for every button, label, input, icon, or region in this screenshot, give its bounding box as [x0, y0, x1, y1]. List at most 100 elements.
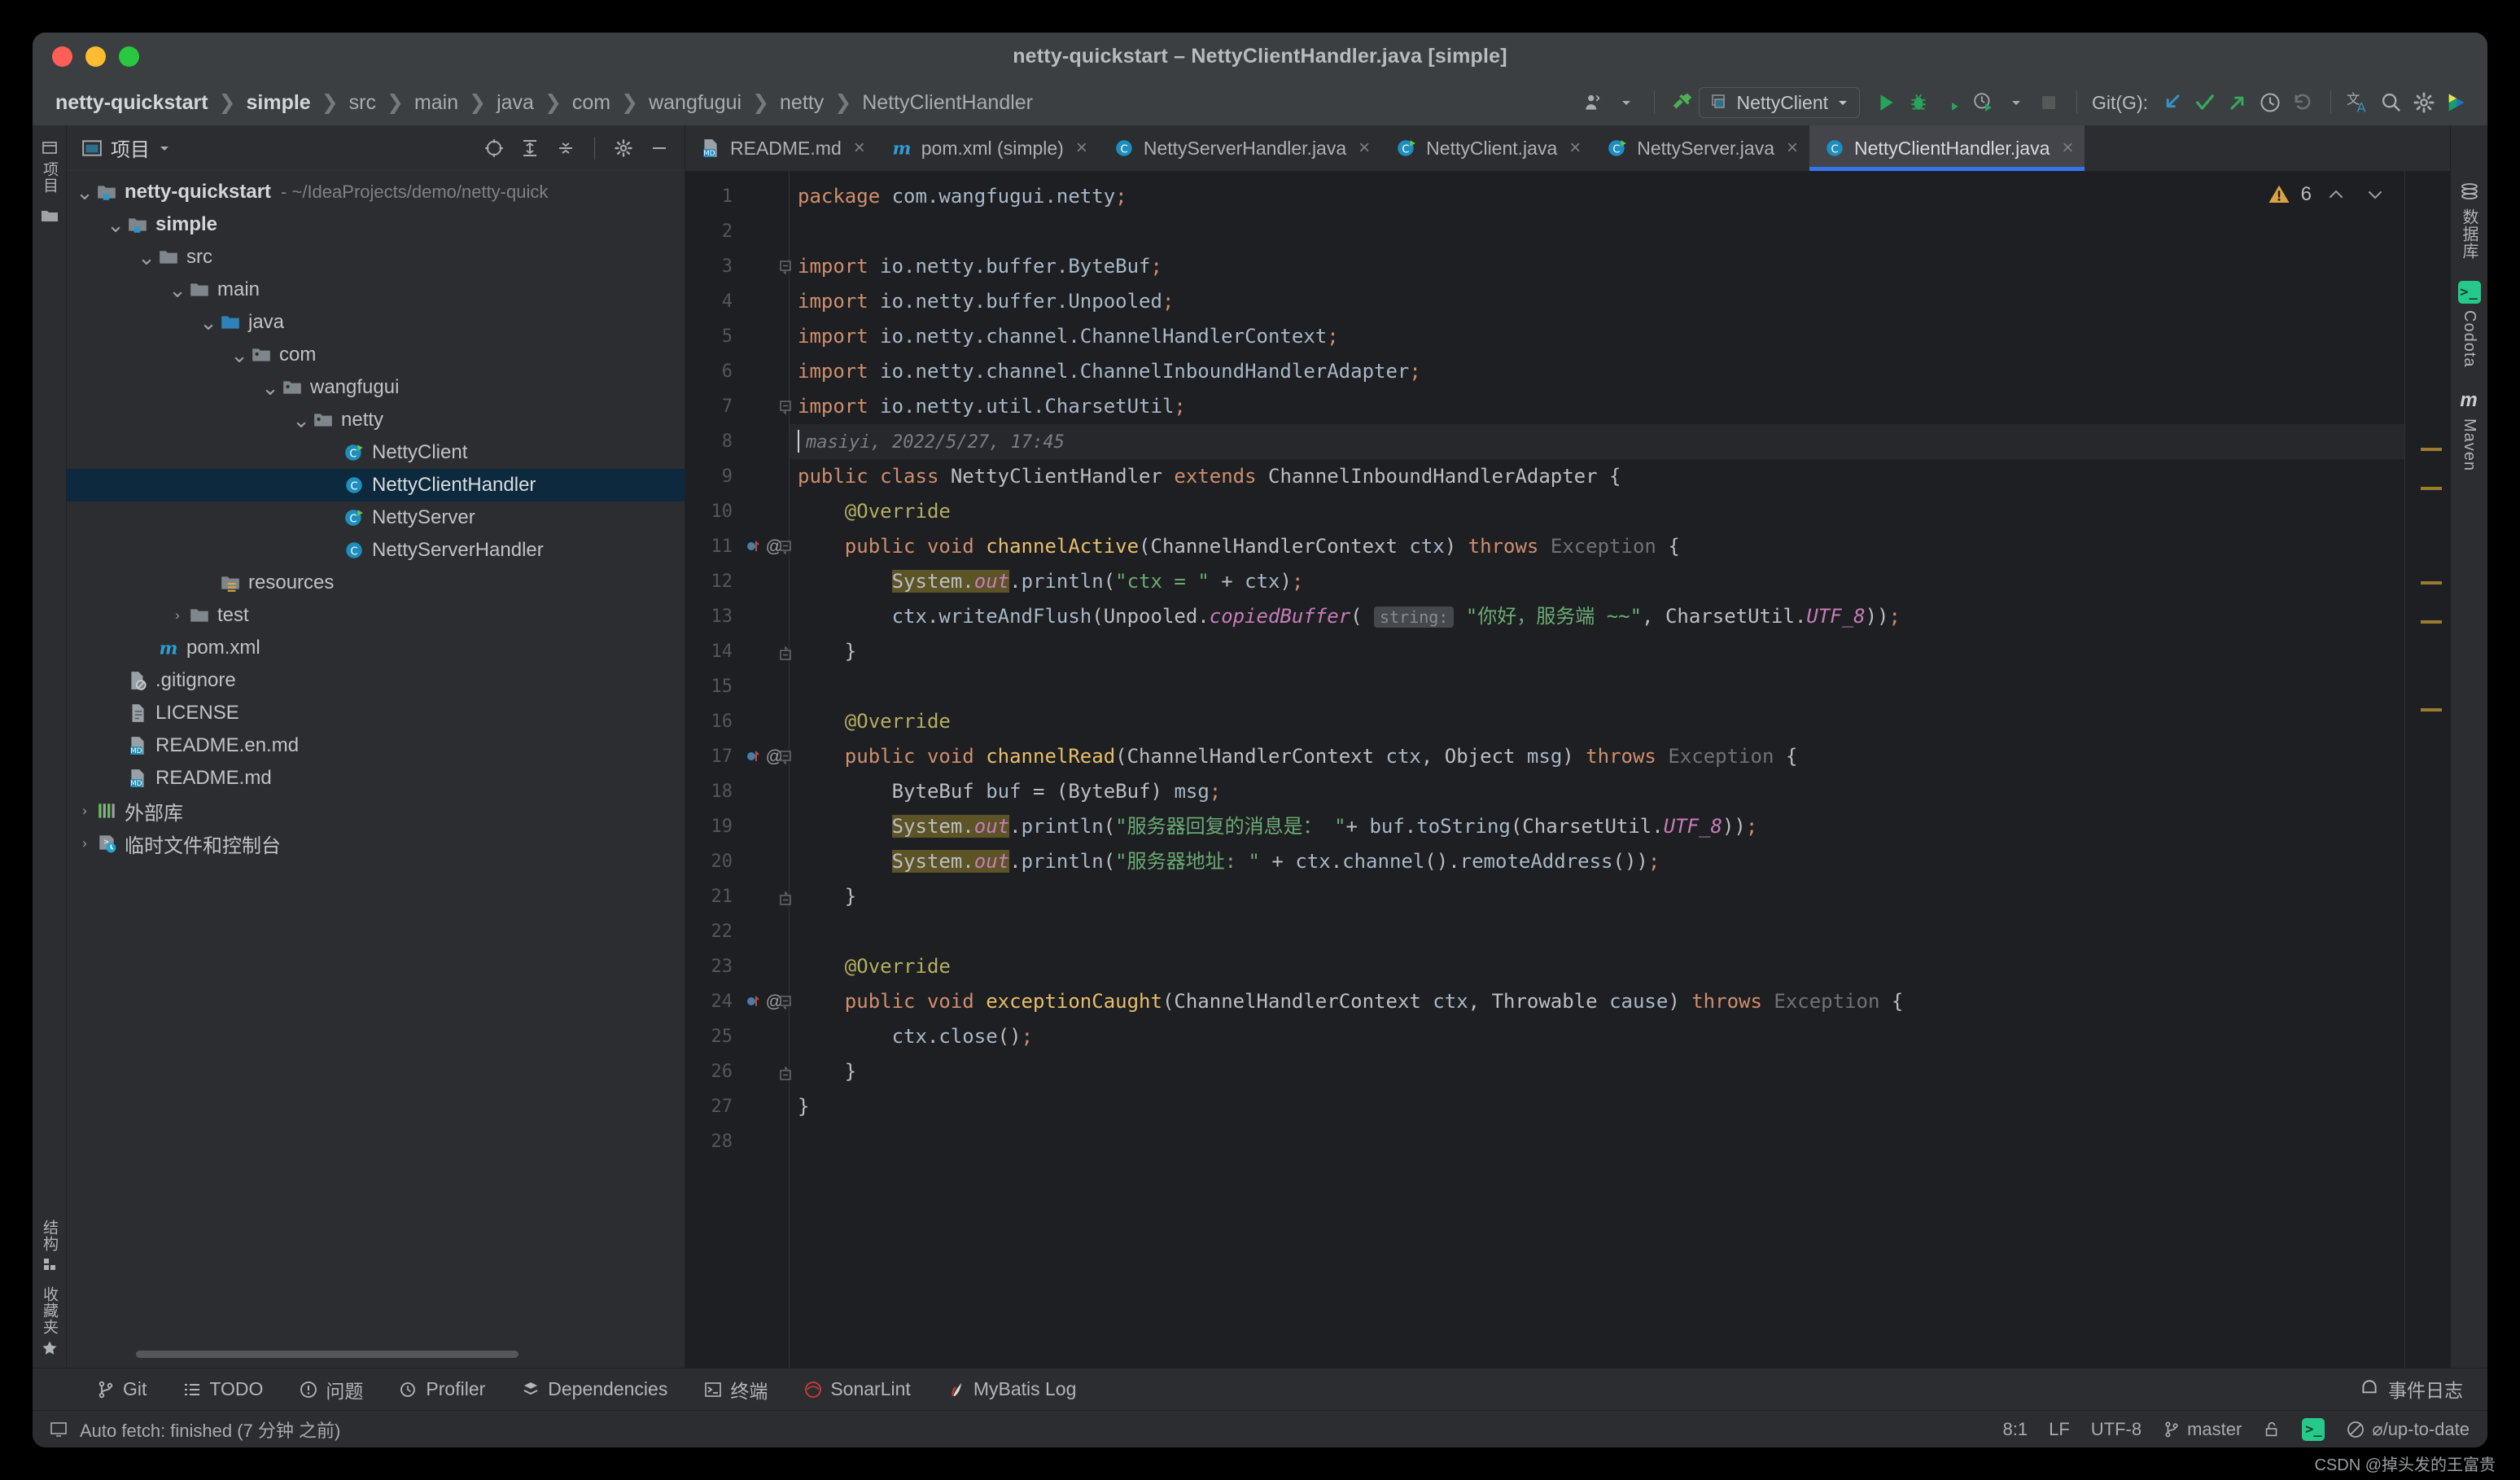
- tool-window-button[interactable]: 问题: [281, 1376, 381, 1403]
- tree-row[interactable]: C NettyClientHandler: [67, 469, 685, 501]
- tool-window-button[interactable]: Git: [78, 1378, 164, 1400]
- close-icon[interactable]: ×: [1787, 137, 1798, 160]
- tree-row[interactable]: resources: [67, 567, 685, 599]
- gutter-row[interactable]: 7: [685, 389, 791, 424]
- chevron-down-icon[interactable]: ⌄: [168, 279, 187, 300]
- tree-horizontal-scrollbar[interactable]: [136, 1351, 518, 1358]
- gutter-row[interactable]: 25: [685, 1019, 790, 1054]
- rollback-icon[interactable]: [2286, 86, 2319, 119]
- tree-row[interactable]: C NettyServer: [67, 501, 685, 534]
- code-content[interactable]: package com.wangfugui.netty; import io.n…: [790, 171, 2404, 1368]
- rail-item-project[interactable]: 项目: [38, 137, 60, 197]
- breadcrumb-item[interactable]: NettyClientHandler: [860, 91, 1035, 115]
- breadcrumb-item[interactable]: netty: [778, 91, 825, 115]
- chevron-down-icon[interactable]: [1610, 86, 1643, 119]
- project-tree[interactable]: ⌄ netty-quickstart - ~/IdeaProjects/demo/n…: [67, 171, 685, 1368]
- git-commit-icon[interactable]: [2189, 86, 2221, 119]
- close-icon[interactable]: ×: [1358, 137, 1370, 160]
- inspection-mark[interactable]: [2421, 620, 2442, 624]
- history-icon[interactable]: [2254, 86, 2286, 119]
- run-gutter-icon[interactable]: [746, 739, 762, 774]
- gutter-row[interactable]: 24 @: [685, 984, 791, 1019]
- git-push-icon[interactable]: [2221, 86, 2254, 119]
- tree-row[interactable]: › test: [67, 599, 685, 632]
- breadcrumb-item[interactable]: wangfugui: [647, 91, 743, 115]
- tree-row[interactable]: ⌄ netty: [67, 404, 685, 436]
- run-configuration-selector[interactable]: NettyClient: [1698, 87, 1860, 118]
- gutter-row[interactable]: 11 @: [685, 529, 791, 564]
- tool-window-button[interactable]: MyBatis Log: [929, 1378, 1095, 1400]
- tree-row[interactable]: MD README.md: [67, 762, 685, 795]
- editor-gutter[interactable]: 1 2 3 4 5 6 7 8 9 10 11 @12 13 14 15 16 17 @18 19 20 21 22 23 2…: [685, 171, 791, 1368]
- expand-all-icon[interactable]: [516, 134, 544, 162]
- gutter-row[interactable]: 10: [685, 494, 790, 529]
- chevron-right-icon[interactable]: ›: [75, 835, 94, 852]
- tool-window-button[interactable]: Profiler: [381, 1378, 503, 1400]
- caret-position[interactable]: 8:1: [2002, 1419, 2028, 1440]
- close-icon[interactable]: ×: [2062, 137, 2073, 160]
- git-update-icon[interactable]: [2156, 86, 2189, 119]
- debug-icon[interactable]: [1902, 86, 1935, 119]
- tree-row[interactable]: ⌄ simple: [67, 208, 685, 241]
- gutter-row[interactable]: 13: [685, 599, 790, 634]
- tool-window-bar[interactable]: 事件日志 Git TODO 问题 Profiler Dependencies 终端 Sona…: [33, 1368, 2487, 1410]
- gutter-row[interactable]: 14: [685, 634, 791, 669]
- gutter-row[interactable]: 19: [685, 809, 790, 844]
- next-problem-button[interactable]: [2360, 185, 2390, 204]
- tree-row[interactable]: › > 临时文件和控制台: [67, 827, 685, 860]
- chevron-right-icon[interactable]: ›: [168, 607, 187, 624]
- collapse-all-icon[interactable]: [552, 134, 580, 162]
- tree-row[interactable]: ⌄ main: [67, 274, 685, 306]
- rail-item-favorites[interactable]: 收藏夹: [38, 1283, 60, 1360]
- stop-icon[interactable]: [2032, 86, 2065, 119]
- inspection-mark[interactable]: [2421, 581, 2442, 585]
- editor-tab-bar[interactable]: MD README.md × m pom.xml (simple) × C NettyServ…: [685, 125, 2450, 171]
- tree-row[interactable]: C NettyClient: [67, 436, 685, 469]
- inspection-scrollbar[interactable]: [2404, 171, 2450, 1368]
- editor-tab[interactable]: m pom.xml (simple) ×: [877, 125, 1099, 171]
- tree-row[interactable]: ⌄ java: [67, 306, 685, 339]
- gutter-row[interactable]: 23: [685, 949, 790, 984]
- chevron-down-icon-2[interactable]: [2000, 86, 2032, 119]
- codota-status-icon[interactable]: >_: [2302, 1417, 2325, 1441]
- tree-row[interactable]: C NettyServerHandler: [67, 534, 685, 567]
- tree-row[interactable]: LICENSE: [67, 697, 685, 729]
- ide-plugin-icon[interactable]: [2440, 86, 2473, 119]
- locate-icon[interactable]: [480, 134, 508, 162]
- tool-window-button[interactable]: SonarLint: [785, 1378, 928, 1400]
- gutter-row[interactable]: 26: [685, 1054, 791, 1089]
- gutter-row[interactable]: 4: [685, 284, 790, 319]
- gutter-row[interactable]: 6: [685, 354, 790, 389]
- inspection-widget[interactable]: 6: [2252, 171, 2404, 218]
- rail-item-codota[interactable]: >_ Codota: [2457, 281, 2481, 368]
- inspection-mark[interactable]: [2421, 448, 2442, 451]
- inspection-mark[interactable]: [2421, 487, 2442, 490]
- previous-problem-button[interactable]: [2321, 185, 2351, 204]
- breadcrumb-item[interactable]: main: [413, 91, 460, 115]
- tree-row[interactable]: ⌄ wangfugui: [67, 371, 685, 404]
- run-icon[interactable]: [1870, 86, 1902, 119]
- gutter-row[interactable]: 21: [685, 879, 791, 914]
- tree-row[interactable]: MD README.en.md: [67, 729, 685, 762]
- user-icon[interactable]: [1577, 86, 1610, 119]
- close-icon[interactable]: ×: [1076, 137, 1087, 160]
- unlock-icon[interactable]: [2263, 1421, 2281, 1438]
- rail-item-structure[interactable]: 结构: [38, 1216, 60, 1275]
- tool-window-button[interactable]: 终端: [685, 1376, 785, 1403]
- profile-icon[interactable]: [1967, 86, 2000, 119]
- tree-row[interactable]: ⌄ netty-quickstart - ~/IdeaProjects/demo/n…: [67, 176, 685, 208]
- gutter-row[interactable]: 12: [685, 564, 790, 599]
- chevron-down-icon[interactable]: ⌄: [137, 247, 156, 268]
- breadcrumb-item[interactable]: java: [495, 91, 536, 115]
- git-branch-widget[interactable]: master: [2163, 1419, 2242, 1440]
- close-icon[interactable]: ×: [854, 137, 865, 160]
- gutter-row[interactable]: 1: [685, 179, 790, 214]
- translate-icon[interactable]: 文A: [2343, 86, 2375, 119]
- rail-item-maven[interactable]: m Maven: [2460, 389, 2478, 471]
- editor-tab[interactable]: C NettyClient.java ×: [1381, 125, 1592, 171]
- coverage-icon[interactable]: [1935, 86, 1967, 119]
- inspection-status-widget[interactable]: ⌀/up-to-date: [2346, 1419, 2470, 1440]
- chevron-down-icon[interactable]: ⌄: [291, 409, 311, 431]
- chevron-down-icon[interactable]: ⌄: [75, 182, 94, 203]
- run-gutter-icon[interactable]: [746, 529, 762, 564]
